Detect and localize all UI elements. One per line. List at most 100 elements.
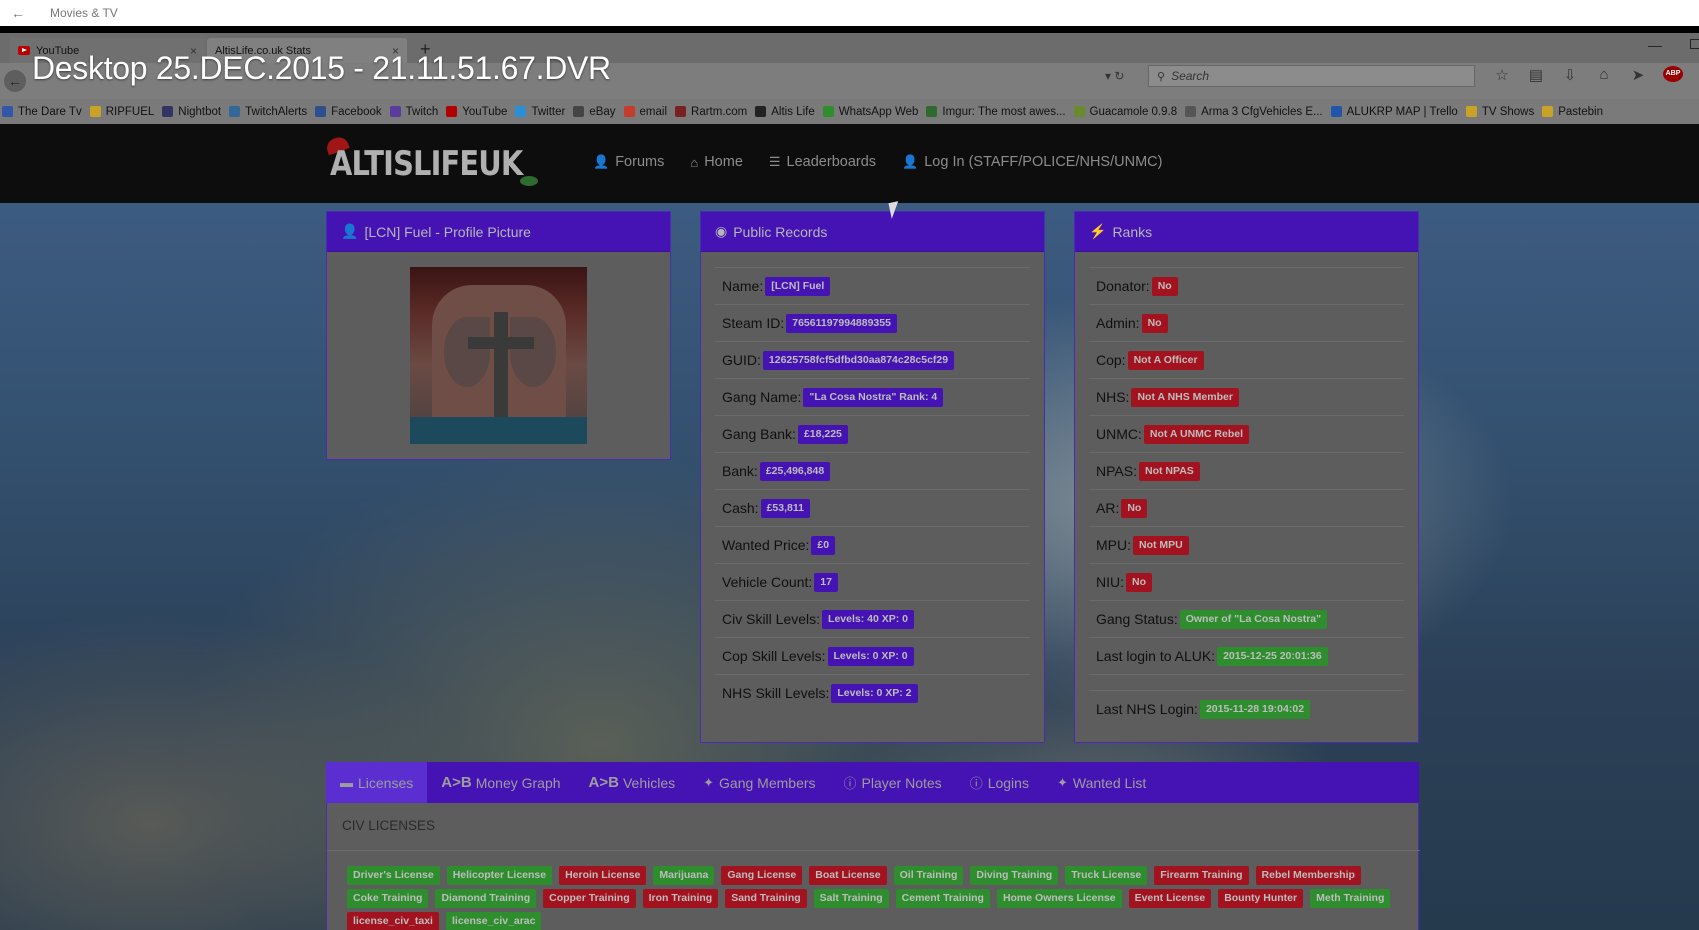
bookmark-item[interactable]: Nightbot [162, 106, 221, 118]
reading-list-icon[interactable]: ▤ [1519, 66, 1553, 84]
user-icon: 👤 [341, 223, 359, 239]
bookmark-item[interactable]: Altis Life [755, 106, 815, 118]
panel-title: Ranks [1112, 223, 1153, 240]
bookmark-item[interactable]: eBay [573, 106, 616, 118]
bookmark-icon [162, 106, 174, 117]
bookmark-item[interactable]: Arma 3 CfgVehicles E... [1185, 106, 1323, 118]
youtube-icon [18, 46, 30, 55]
move-icon: ✦ [1056, 774, 1068, 790]
holly-icon [520, 176, 538, 186]
bookmark-item[interactable]: The Dare Tv [2, 106, 82, 118]
bookmark-item[interactable]: TV Shows [1465, 106, 1534, 118]
rank-value-badge: Not A UNMC Rebel [1143, 424, 1250, 444]
ranks-panel: ⚡ Ranks Donator: No Admin: No Cop: Not A Offi… [1074, 211, 1419, 743]
site-logo[interactable]: ALTISLIFEUK [324, 134, 545, 190]
reload-icon[interactable]: ▾ ↻ [1105, 69, 1124, 83]
record-row: Name: [LCN] Fuel [715, 267, 1030, 304]
record-row: Wanted Price: £0 [715, 526, 1030, 563]
rank-row: Last login to ALUK: 2015-12-25 20:01:36 [1089, 637, 1404, 674]
record-row: Steam ID: 76561197994889355 [715, 304, 1030, 341]
license-badge: Coke Training [347, 889, 429, 908]
star-icon[interactable]: ☆ [1485, 66, 1519, 84]
license-badge: Oil Training [893, 866, 964, 885]
bookmark-item[interactable]: RIPFUEL [89, 106, 154, 118]
move-icon: ✦ [703, 774, 715, 790]
bookmark-item[interactable]: Facebook [315, 106, 382, 118]
tab-money-graph[interactable]: A>B Money Graph [427, 762, 574, 803]
video-overlay-title: Desktop 25.DEC.2015 - 21.11.51.67.DVR [32, 50, 611, 86]
tab-vehicles[interactable]: A>B Vehicles [575, 762, 690, 803]
bookmark-item[interactable]: Pastebin [1542, 106, 1603, 118]
bookmark-item[interactable]: WhatsApp Web [822, 106, 918, 118]
rank-value-badge: Not A Officer [1127, 350, 1204, 370]
send-icon[interactable]: ➤ [1621, 66, 1655, 84]
bookmark-item[interactable]: email [623, 106, 667, 118]
license-badge: Boat License [809, 866, 887, 885]
record-value-badge: 76561197994889355 [786, 313, 897, 333]
license-badge: Sand Training [725, 889, 807, 908]
bookmark-label: Twitter [531, 105, 566, 118]
rank-label: Last NHS Login: [1096, 701, 1198, 717]
tab-label: Wanted List [1072, 774, 1147, 791]
rank-value-badge: Owner of "La Cosa Nostra" [1179, 609, 1328, 629]
license-badge: Event License [1128, 889, 1212, 908]
toolbar-icons: ☆ ▤ ⇩ ⌂ ➤ ABP [1485, 66, 1683, 84]
bookmark-label: The Dare Tv [18, 105, 82, 118]
adblock-icon[interactable]: ABP [1663, 66, 1683, 82]
menu-login[interactable]: 👤 Log In (STAFF/POLICE/NHS/UNMC) [902, 154, 1162, 170]
rank-row: Gang Status: Owner of "La Cosa Nostra" [1089, 600, 1404, 637]
menu-label: Log In (STAFF/POLICE/NHS/UNMC) [924, 154, 1163, 170]
rank-label: NPAS: [1096, 463, 1137, 479]
menu-forums[interactable]: 👤 Forums [593, 154, 664, 170]
bookmark-item[interactable]: TwitchAlerts [229, 106, 307, 118]
tab-gang-members[interactable]: ✦ Gang Members [689, 762, 829, 803]
record-row: Gang Bank: £18,225 [715, 415, 1030, 452]
bookmark-item[interactable]: ALUKRP MAP | Trello [1330, 106, 1458, 118]
tab-player-notes[interactable]: ⓘ Player Notes [830, 762, 956, 803]
bookmark-icon [755, 106, 767, 117]
panel-title: [LCN] Fuel - Profile Picture [364, 223, 531, 240]
bookmark-item[interactable]: Twitch [389, 105, 439, 118]
back-arrow-icon[interactable]: ← [0, 5, 36, 21]
bookmark-label: TwitchAlerts [245, 105, 308, 118]
bookmark-label: Twitch [405, 105, 439, 118]
search-box[interactable]: ⚲ [1148, 65, 1475, 87]
records-list: Name: [LCN] Fuel Steam ID: 7656119799488935… [715, 267, 1030, 711]
bookmark-item[interactable]: Twitter [515, 106, 565, 118]
back-button[interactable]: ← [4, 70, 26, 92]
license-badge: Diamond Training [435, 889, 537, 908]
menu-home[interactable]: ⌂ Home [690, 154, 743, 170]
tab-licenses[interactable]: ▬ Licenses [326, 762, 428, 803]
record-label: NHS Skill Levels: [722, 685, 830, 701]
bookmark-icon [926, 106, 938, 117]
maximize-icon[interactable] [1690, 39, 1699, 49]
rank-label: UNMC: [1096, 426, 1142, 442]
minimize-icon[interactable]: — [1648, 37, 1662, 53]
rank-row: Cop: Not A Officer [1089, 341, 1404, 378]
rank-row: MPU: Not MPU [1089, 526, 1404, 563]
search-input[interactable] [1171, 69, 1452, 83]
globe-icon: ◉ [715, 223, 728, 239]
bookmark-icon [623, 106, 635, 117]
menu-leaderboards[interactable]: ☰ Leaderboards [769, 154, 876, 170]
menu-label: Leaderboards [786, 154, 877, 170]
record-row: Civ Skill Levels: Levels: 40 XP: 0 [715, 600, 1030, 637]
tab-logins[interactable]: ⓘ Logins [956, 762, 1043, 803]
record-label: Gang Bank: [722, 426, 796, 442]
record-label: Bank: [722, 463, 758, 479]
tab-wanted-list[interactable]: ✦ Wanted List [1043, 762, 1160, 803]
bookmark-item[interactable]: Rartm.com [675, 106, 747, 118]
rank-label: AR: [1096, 500, 1120, 516]
bookmark-item[interactable]: Imgur: The most awes... [926, 106, 1066, 118]
download-icon[interactable]: ⇩ [1553, 66, 1587, 84]
bookmark-label: Pastebin [1558, 105, 1603, 118]
home-icon[interactable]: ⌂ [1587, 66, 1621, 84]
bookmark-item[interactable]: Guacamole 0.9.8 [1073, 106, 1177, 118]
tab-label: Gang Members [719, 774, 816, 791]
bookmark-item[interactable]: YouTube [446, 106, 507, 118]
record-value-badge: Levels: 0 XP: 2 [831, 683, 918, 703]
license-badge: Driver's License [347, 866, 440, 885]
rank-value-badge: Not MPU [1133, 535, 1189, 555]
profile-picture [410, 267, 587, 444]
record-label: Gang Name: [722, 389, 802, 405]
